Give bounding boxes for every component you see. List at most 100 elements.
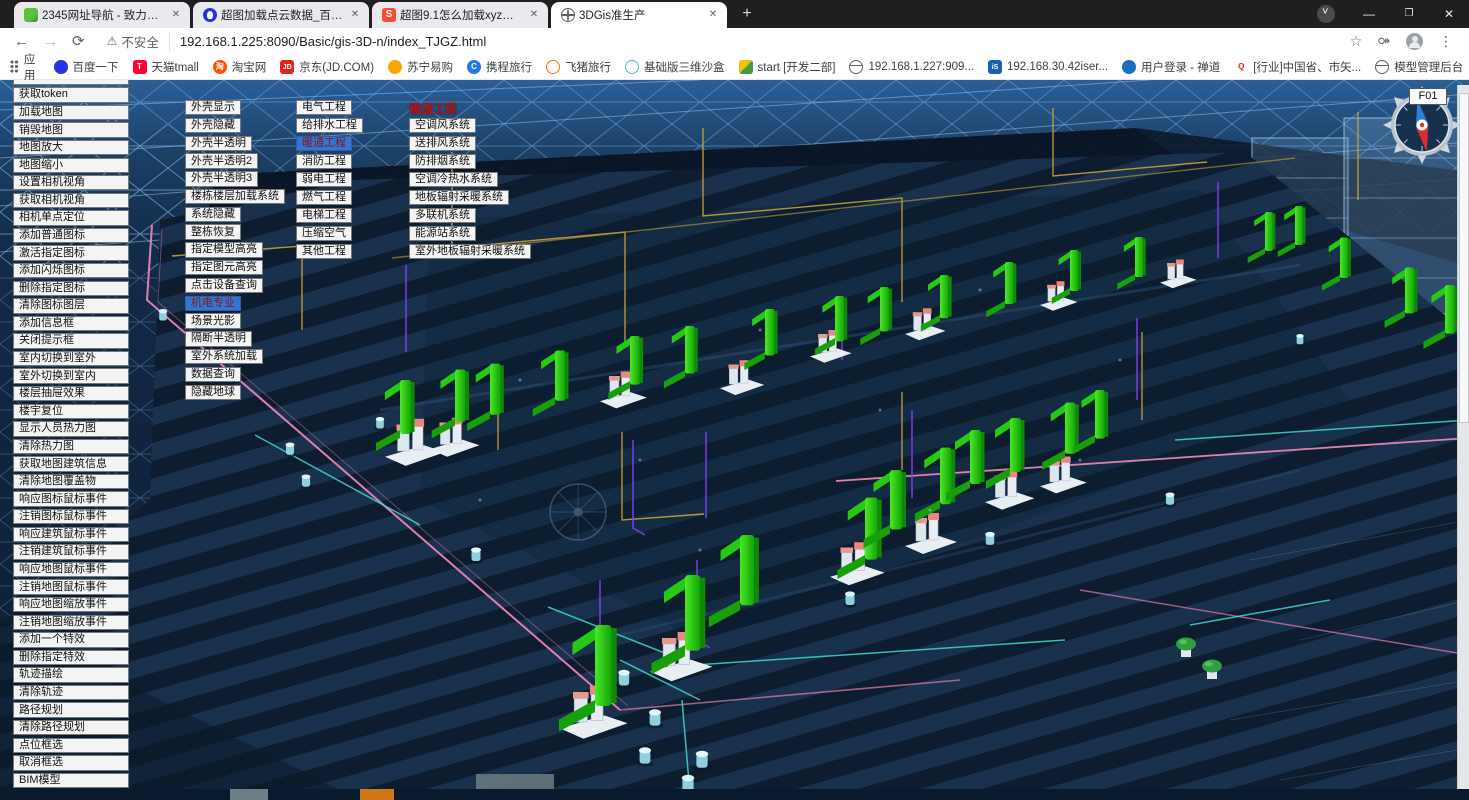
browser-tab[interactable]: 3DGis准生产 (551, 2, 727, 28)
shell-menu-button[interactable]: 外壳半透明3 (185, 171, 258, 186)
sidebar-button[interactable]: 清除图标图层 (13, 298, 129, 313)
sidebar-button[interactable]: 地图放大 (13, 140, 129, 155)
shell-menu-button[interactable]: 点击设备查询 (185, 278, 263, 293)
tab-close-icon[interactable] (168, 7, 184, 23)
new-tab-button[interactable] (734, 1, 760, 27)
close-button[interactable]: ✕ (1429, 0, 1469, 28)
shell-menu-button[interactable]: 外壳隐藏 (185, 118, 241, 133)
sidebar-button[interactable]: 获取地图建筑信息 (13, 456, 129, 471)
shell-menu-button[interactable]: 指定模型高亮 (185, 242, 263, 257)
bookmark-item[interactable]: [行业]中国省、市矢... (1234, 59, 1361, 75)
hvac-system-button[interactable]: 能源站系统 (409, 226, 476, 241)
sidebar-button[interactable]: 添加一个特效 (13, 632, 129, 647)
sidebar-button[interactable]: 轨迹描绘 (13, 667, 129, 682)
discipline-menu-button[interactable]: 其他工程 (296, 244, 352, 259)
sidebar-button[interactable]: 删除指定图标 (13, 281, 129, 296)
sidebar-button-clipped[interactable] (13, 80, 129, 85)
vertical-scrollbar[interactable] (1457, 85, 1469, 800)
sidebar-button[interactable]: 清除热力图 (13, 439, 129, 454)
bookmark-item[interactable]: 百度一下 (54, 59, 119, 75)
tab-close-icon[interactable] (526, 7, 542, 23)
shell-menu-button[interactable]: 室外系统加载 (185, 349, 263, 364)
sidebar-button[interactable]: 注销地图缩放事件 (13, 615, 129, 630)
extensions-icon[interactable]: ⚩ (1378, 33, 1390, 50)
sidebar-button[interactable]: 获取token (13, 87, 129, 102)
bookmark-star-icon[interactable]: ☆ (1350, 33, 1363, 50)
profile-avatar[interactable] (1406, 33, 1423, 50)
shell-menu-button[interactable]: 数据查询 (185, 367, 241, 382)
bookmark-item[interactable]: 淘宝网 (213, 59, 267, 75)
bookmark-item[interactable]: start [开发二部] (739, 59, 836, 75)
hvac-system-button[interactable]: 空调风系统 (409, 118, 476, 133)
bookmark-item[interactable]: 基础版三维沙盒 (625, 59, 725, 75)
shell-menu-button[interactable]: 楼栋楼层加载系统 (185, 189, 285, 204)
discipline-menu-button[interactable]: 电气工程 (296, 100, 352, 115)
bookmark-item[interactable]: 携程旅行 (467, 59, 532, 75)
sidebar-button[interactable]: 注销建筑鼠标事件 (13, 544, 129, 559)
sidebar-button[interactable]: 获取相机视角 (13, 193, 129, 208)
sidebar-button[interactable]: 地图缩小 (13, 158, 129, 173)
bookmark-item[interactable]: 苏宁易购 (388, 59, 453, 75)
shell-menu-button[interactable]: 外壳半透明 (185, 136, 252, 151)
sidebar-button[interactable]: 取消框选 (13, 755, 129, 770)
browser-tab[interactable]: 超图加载点云数据_百度搜索 (193, 2, 369, 28)
sidebar-button[interactable]: 激活指定图标 (13, 245, 129, 260)
forward-icon[interactable]: → (43, 33, 58, 50)
bookmark-item[interactable]: 飞猪旅行 (546, 59, 611, 75)
browser-tab[interactable]: 2345网址导航 - 致力于打造百年 (14, 2, 190, 28)
sidebar-button[interactable]: 室内切换到室外 (13, 351, 129, 366)
shell-menu-button[interactable]: 整栋恢复 (185, 224, 241, 239)
hvac-system-button[interactable]: 空调冷热水系统 (409, 172, 498, 187)
bookmark-item[interactable]: 192.168.30.42iser... (988, 60, 1108, 74)
shell-menu-button[interactable]: 外壳半透明2 (185, 153, 258, 168)
menu-dots-icon[interactable]: ⋮ (1439, 33, 1453, 50)
security-indicator[interactable]: ⚠ 不安全 (107, 32, 170, 51)
bookmark-item[interactable]: 天猫tmall (133, 59, 199, 75)
sidebar-button[interactable]: 注销图标鼠标事件 (13, 509, 129, 524)
sidebar-button[interactable]: 显示人员热力图 (13, 421, 129, 436)
discipline-menu-button[interactable]: 燃气工程 (296, 190, 352, 205)
sidebar-button[interactable]: 室外切换到室内 (13, 368, 129, 383)
sidebar-button[interactable]: 楼宇复位 (13, 404, 129, 419)
sidebar-button[interactable]: 清除轨迹 (13, 685, 129, 700)
sidebar-button[interactable]: 点位框选 (13, 738, 129, 753)
sidebar-button[interactable]: 清除地图覆盖物 (13, 474, 129, 489)
hvac-system-button[interactable]: 多联机系统 (409, 208, 476, 223)
discipline-menu-button[interactable]: 给排水工程 (296, 118, 363, 133)
sidebar-button[interactable]: 关闭提示框 (13, 333, 129, 348)
hvac-system-button[interactable]: 地板辐射采暖系统 (409, 190, 509, 205)
sidebar-button[interactable]: 响应图标鼠标事件 (13, 491, 129, 506)
sidebar-button[interactable]: 添加闪烁图标 (13, 263, 129, 278)
tab-close-icon[interactable] (705, 7, 721, 23)
shell-menu-button[interactable]: 隐藏地球 (185, 385, 241, 400)
sidebar-button[interactable]: 设置相机视角 (13, 175, 129, 190)
hvac-system-button[interactable]: 防排烟系统 (409, 154, 476, 169)
discipline-menu-button[interactable]: 消防工程 (296, 154, 352, 169)
restore-button[interactable]: ❐ (1389, 0, 1429, 28)
shell-menu-button[interactable]: 隔断半透明 (185, 331, 252, 346)
bookmark-item[interactable]: 用户登录 - 禅道 (1122, 59, 1220, 75)
shell-menu-button[interactable]: 场景光影 (185, 313, 241, 328)
bookmark-item[interactable]: 京东(JD.COM) (280, 59, 374, 75)
shell-menu-button[interactable]: 指定图元高亮 (185, 260, 263, 275)
sidebar-button[interactable]: 销毁地图 (13, 122, 129, 137)
sidebar-button[interactable]: 响应地图鼠标事件 (13, 562, 129, 577)
sidebar-button[interactable]: 响应建筑鼠标事件 (13, 527, 129, 542)
sidebar-button[interactable]: 删除指定特效 (13, 650, 129, 665)
discipline-menu-button[interactable]: 压缩空气 (296, 226, 352, 241)
hvac-system-button[interactable]: 室外地板辐射采暖系统 (409, 244, 531, 259)
sidebar-button[interactable]: 添加信息框 (13, 316, 129, 331)
sidebar-button[interactable]: 注销地图鼠标事件 (13, 579, 129, 594)
reload-icon[interactable]: ⟳ (72, 32, 85, 50)
sidebar-button[interactable]: 加载地图 (13, 105, 129, 120)
hvac-system-button[interactable]: 送排风系统 (409, 136, 476, 151)
discipline-menu-button[interactable]: 弱电工程 (296, 172, 352, 187)
minimize-button[interactable]: — (1349, 0, 1389, 28)
discipline-menu-button[interactable]: 暖通工程 (296, 136, 352, 151)
shell-menu-button[interactable]: 机电专业 (185, 296, 241, 311)
vertical-scrollbar-thumb[interactable] (1459, 93, 1469, 423)
sidebar-button[interactable]: 楼层抽屉效果 (13, 386, 129, 401)
shell-menu-button[interactable]: 系统隐藏 (185, 207, 241, 222)
bookmark-item[interactable]: 192.168.1.227:909... (849, 60, 974, 74)
bookmark-item[interactable]: 模型管理后台 (1375, 59, 1463, 75)
